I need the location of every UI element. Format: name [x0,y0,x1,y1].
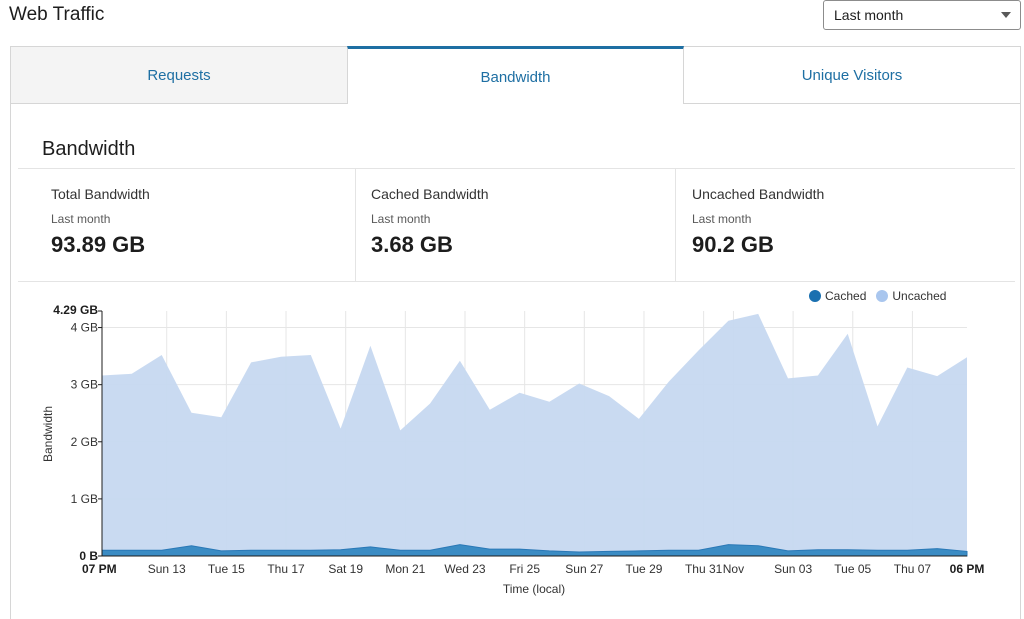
y-max-label: 4.29 GB [53,303,98,317]
x-tick-label: Thu 17 [267,562,305,576]
x-tick-label: 06 PM [950,562,985,576]
y-tick-label: 4 GB [71,321,98,335]
x-tick-label: Sat 19 [328,562,363,576]
x-axis-title: Time (local) [503,582,565,596]
y-axis-title: Bandwidth [41,406,55,462]
x-tick-label: Nov [723,562,744,576]
x-tick-label: 07 PM [82,562,117,576]
y-tick-label: 0 B [79,549,98,563]
x-tick-label: Tue 29 [626,562,663,576]
x-tick-label: Tue 15 [208,562,245,576]
x-tick-label: Tue 05 [834,562,871,576]
x-tick-label: Sun 03 [774,562,812,576]
x-tick-label: Thu 31 [685,562,723,576]
x-tick-label: Mon 21 [385,562,425,576]
x-tick-label: Wed 23 [444,562,485,576]
y-tick-label: 3 GB [71,378,98,392]
y-tick-label: 2 GB [71,435,98,449]
x-tick-label: Fri 25 [509,562,540,576]
y-tick-label: 1 GB [71,492,98,506]
series-area-uncached [102,313,967,552]
x-tick-label: Sun 27 [565,562,603,576]
bandwidth-chart: 0 B 1 GB 2 GB 3 GB 4 GB 4.29 GB 07 PM Sun 13 Tue… [41,303,985,596]
x-tick-label: Sun 13 [148,562,186,576]
x-tick-label: Thu 07 [894,562,932,576]
